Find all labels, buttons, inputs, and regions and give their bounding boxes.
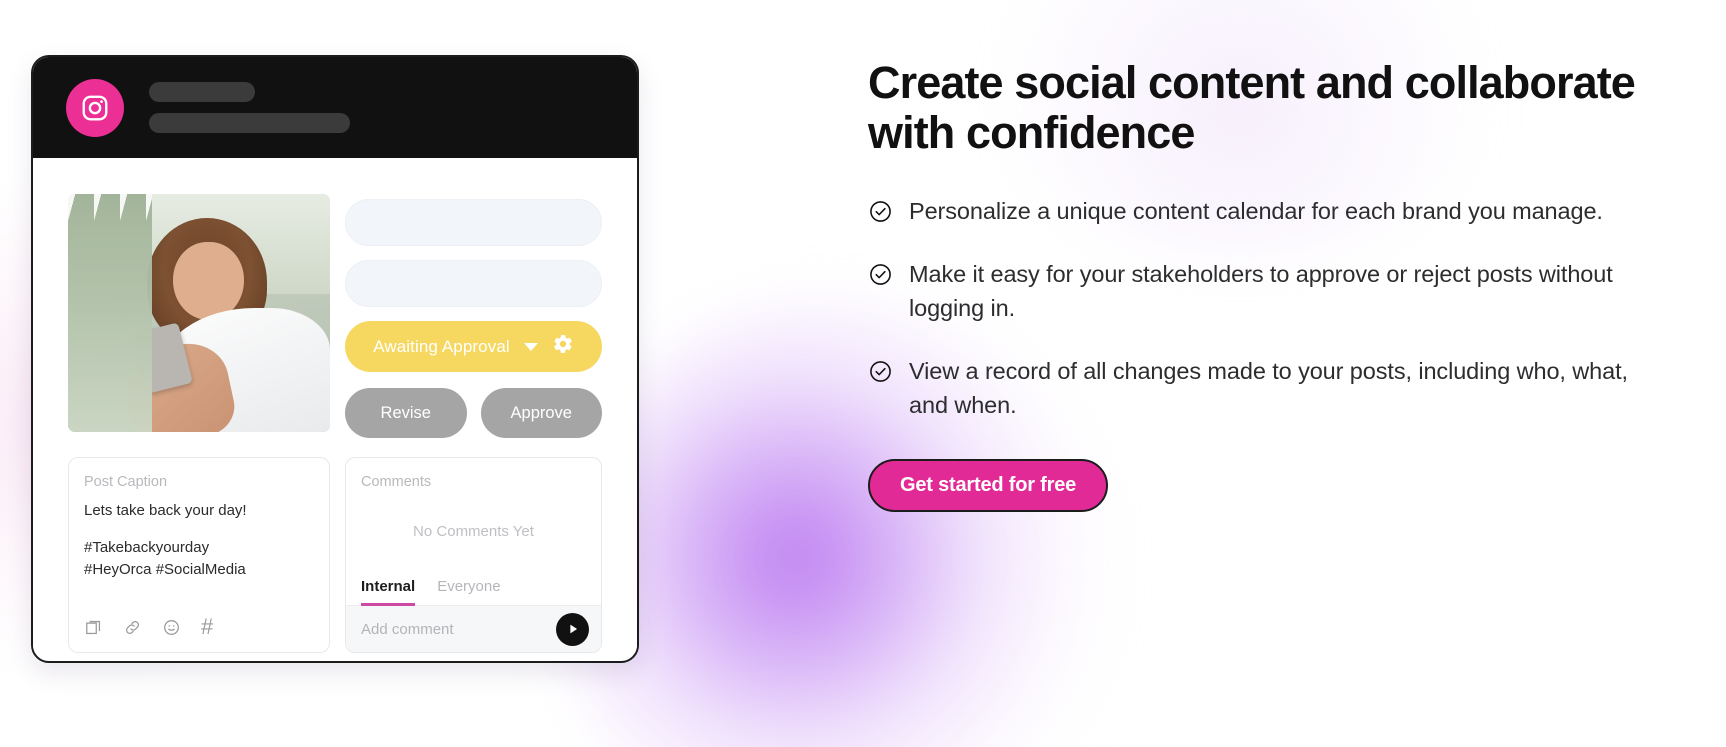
approval-buttons: Revise Approve xyxy=(345,388,602,438)
caption-line-1: Lets take back your day! xyxy=(84,502,247,519)
revise-button[interactable]: Revise xyxy=(345,388,467,438)
post-actions: Awaiting Approval Revise Approve xyxy=(345,194,602,438)
comments-label: Comments xyxy=(361,474,432,490)
feature-text-2: Make it easy for your stakeholders to ap… xyxy=(909,260,1613,322)
link-icon[interactable] xyxy=(123,618,142,637)
marketing-copy: Create social content and collaborate wi… xyxy=(868,58,1658,512)
page-title: Create social content and collaborate wi… xyxy=(868,57,1636,158)
app-preview-body: Awaiting Approval Revise Approve Post Ca… xyxy=(33,158,637,653)
caption-tools: # xyxy=(84,616,314,652)
feature-item-3: View a record of all changes made to you… xyxy=(868,354,1658,423)
gear-icon[interactable] xyxy=(552,333,574,360)
post-preview-row: Awaiting Approval Revise Approve xyxy=(68,194,602,438)
instagram-icon xyxy=(66,78,124,137)
feature-text-1: Personalize a unique content calendar fo… xyxy=(909,197,1603,224)
status-label: Awaiting Approval xyxy=(373,336,510,356)
send-comment-button[interactable] xyxy=(556,612,589,646)
post-detail-row: Post Caption Lets take back your day! #T… xyxy=(68,457,602,653)
tab-everyone[interactable]: Everyone xyxy=(437,578,500,606)
chevron-down-icon xyxy=(523,342,538,351)
comments-tabs: Internal Everyone xyxy=(346,578,601,606)
post-caption-text: Lets take back your day! #Takebackyourda… xyxy=(84,500,314,616)
approve-button[interactable]: Approve xyxy=(480,388,602,438)
skeleton-field-2 xyxy=(345,260,602,307)
send-icon xyxy=(569,624,577,634)
get-started-button[interactable]: Get started for free xyxy=(868,459,1109,512)
hashtag-icon[interactable]: # xyxy=(201,616,213,638)
feature-text-3: View a record of all changes made to you… xyxy=(909,357,1628,419)
feature-item-2: Make it easy for your stakeholders to ap… xyxy=(868,257,1658,326)
duplicate-icon[interactable] xyxy=(84,618,103,637)
app-preview-card: Awaiting Approval Revise Approve Post Ca… xyxy=(31,55,639,663)
feature-item-1: Personalize a unique content calendar fo… xyxy=(868,194,1658,229)
circle-check-icon xyxy=(868,262,893,292)
comments-panel: Comments No Comments Yet Internal Everyo… xyxy=(345,457,602,653)
header-placeholder-bars xyxy=(149,82,350,133)
header-bar-short xyxy=(149,82,255,102)
caption-line-3: #HeyOrca #SocialMedia xyxy=(84,560,246,578)
post-caption-panel[interactable]: Post Caption Lets take back your day! #T… xyxy=(68,457,330,653)
circle-check-icon xyxy=(868,359,893,389)
header-bar-long xyxy=(149,113,350,133)
post-caption-label: Post Caption xyxy=(84,474,168,490)
status-dropdown[interactable]: Awaiting Approval xyxy=(345,321,602,372)
tab-internal[interactable]: Internal xyxy=(361,578,416,606)
comment-input-placeholder: Add comment xyxy=(361,620,454,638)
skeleton-field-1 xyxy=(345,199,602,246)
post-image xyxy=(68,194,330,432)
comment-input-row[interactable]: Add comment xyxy=(346,606,601,652)
emoji-icon[interactable] xyxy=(162,618,181,637)
page-root: Awaiting Approval Revise Approve Post Ca… xyxy=(0,0,1726,747)
circle-check-icon xyxy=(868,199,893,229)
comments-empty-state: No Comments Yet xyxy=(413,522,534,540)
app-preview-header xyxy=(33,57,637,158)
caption-line-2: #Takebackyourday xyxy=(84,539,210,557)
